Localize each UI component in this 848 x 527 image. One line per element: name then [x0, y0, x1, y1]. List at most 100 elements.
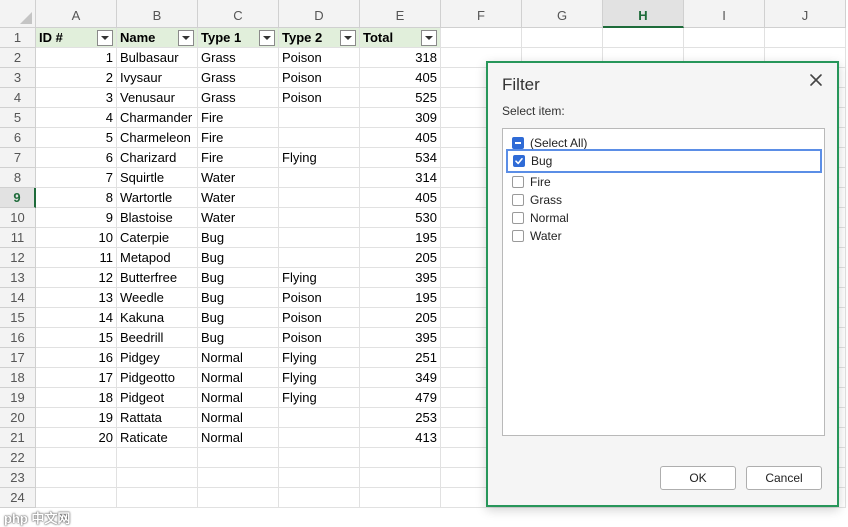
filter-dropdown-icon[interactable]: [421, 30, 437, 46]
cell-a15[interactable]: 14: [36, 308, 117, 328]
cell-a21[interactable]: 20: [36, 428, 117, 448]
cell-e7[interactable]: 534: [360, 148, 441, 168]
cell-a11[interactable]: 10: [36, 228, 117, 248]
cell-d12[interactable]: [279, 248, 360, 268]
cell-e16[interactable]: 395: [360, 328, 441, 348]
column-header-j[interactable]: J: [765, 0, 846, 28]
cell-a13[interactable]: 12: [36, 268, 117, 288]
row-header-13[interactable]: 13: [0, 268, 36, 288]
cell-b17[interactable]: Pidgey: [117, 348, 198, 368]
cell-b4[interactable]: Venusaur: [117, 88, 198, 108]
cell-c7[interactable]: Fire: [198, 148, 279, 168]
checkbox-icon[interactable]: [512, 176, 524, 188]
cell-d14[interactable]: Poison: [279, 288, 360, 308]
cell-c4[interactable]: Grass: [198, 88, 279, 108]
cell-e21[interactable]: 413: [360, 428, 441, 448]
cell-e2[interactable]: 318: [360, 48, 441, 68]
cell-b20[interactable]: Rattata: [117, 408, 198, 428]
cell-e24[interactable]: [360, 488, 441, 508]
checkbox-icon[interactable]: [512, 212, 524, 224]
column-header-i[interactable]: I: [684, 0, 765, 28]
cell-e10[interactable]: 530: [360, 208, 441, 228]
cell-a5[interactable]: 4: [36, 108, 117, 128]
filter-item-bug[interactable]: Bug: [506, 149, 822, 173]
cell-e8[interactable]: 314: [360, 168, 441, 188]
column-header-a[interactable]: A: [36, 0, 117, 28]
close-icon[interactable]: [807, 71, 825, 89]
cell-b2[interactable]: Bulbasaur: [117, 48, 198, 68]
filter-dropdown-icon[interactable]: [97, 30, 113, 46]
cell-b14[interactable]: Weedle: [117, 288, 198, 308]
cell-c17[interactable]: Normal: [198, 348, 279, 368]
cell-a3[interactable]: 2: [36, 68, 117, 88]
cell-d7[interactable]: Flying: [279, 148, 360, 168]
cell-h1[interactable]: [603, 28, 684, 48]
row-header-5[interactable]: 5: [0, 108, 36, 128]
cell-b22[interactable]: [117, 448, 198, 468]
cell-b3[interactable]: Ivysaur: [117, 68, 198, 88]
cell-b24[interactable]: [117, 488, 198, 508]
filter-item-water[interactable]: Water: [503, 227, 824, 245]
filter-item-normal[interactable]: Normal: [503, 209, 824, 227]
cell-a7[interactable]: 6: [36, 148, 117, 168]
cell-e13[interactable]: 395: [360, 268, 441, 288]
cell-b13[interactable]: Butterfree: [117, 268, 198, 288]
cell-b23[interactable]: [117, 468, 198, 488]
cell-d5[interactable]: [279, 108, 360, 128]
cell-a9[interactable]: 8: [36, 188, 117, 208]
cell-b11[interactable]: Caterpie: [117, 228, 198, 248]
row-header-14[interactable]: 14: [0, 288, 36, 308]
cell-b19[interactable]: Pidgeot: [117, 388, 198, 408]
cell-b7[interactable]: Charizard: [117, 148, 198, 168]
cell-e18[interactable]: 349: [360, 368, 441, 388]
checkbox-icon[interactable]: [512, 230, 524, 242]
cell-d23[interactable]: [279, 468, 360, 488]
row-header-15[interactable]: 15: [0, 308, 36, 328]
cell-a19[interactable]: 18: [36, 388, 117, 408]
checkbox-mixed-icon[interactable]: [512, 137, 524, 149]
cell-c11[interactable]: Bug: [198, 228, 279, 248]
row-header-6[interactable]: 6: [0, 128, 36, 148]
cell-j1[interactable]: [765, 28, 846, 48]
row-header-22[interactable]: 22: [0, 448, 36, 468]
cell-d3[interactable]: Poison: [279, 68, 360, 88]
cell-a22[interactable]: [36, 448, 117, 468]
cell-b12[interactable]: Metapod: [117, 248, 198, 268]
cell-c18[interactable]: Normal: [198, 368, 279, 388]
filter-item-list[interactable]: (Select All) Bug Fire Grass Normal Water: [502, 128, 825, 436]
cell-e14[interactable]: 195: [360, 288, 441, 308]
row-header-17[interactable]: 17: [0, 348, 36, 368]
filter-dropdown-icon[interactable]: [340, 30, 356, 46]
row-header-7[interactable]: 7: [0, 148, 36, 168]
cell-e15[interactable]: 205: [360, 308, 441, 328]
filter-dropdown-icon[interactable]: [259, 30, 275, 46]
row-header-12[interactable]: 12: [0, 248, 36, 268]
cell-d24[interactable]: [279, 488, 360, 508]
cell-e4[interactable]: 525: [360, 88, 441, 108]
row-header-24[interactable]: 24: [0, 488, 36, 508]
cell-b6[interactable]: Charmeleon: [117, 128, 198, 148]
cell-b9[interactable]: Wartortle: [117, 188, 198, 208]
cell-c13[interactable]: Bug: [198, 268, 279, 288]
column-header-b[interactable]: B: [117, 0, 198, 28]
cell-c19[interactable]: Normal: [198, 388, 279, 408]
cell-a4[interactable]: 3: [36, 88, 117, 108]
row-header-19[interactable]: 19: [0, 388, 36, 408]
cell-d17[interactable]: Flying: [279, 348, 360, 368]
cell-a12[interactable]: 11: [36, 248, 117, 268]
cell-c9[interactable]: Water: [198, 188, 279, 208]
row-header-1[interactable]: 1: [0, 28, 36, 48]
row-header-10[interactable]: 10: [0, 208, 36, 228]
cell-a17[interactable]: 16: [36, 348, 117, 368]
row-header-9[interactable]: 9: [0, 188, 36, 208]
cell-d18[interactable]: Flying: [279, 368, 360, 388]
cell-a23[interactable]: [36, 468, 117, 488]
row-header-11[interactable]: 11: [0, 228, 36, 248]
cell-e3[interactable]: 405: [360, 68, 441, 88]
cell-c21[interactable]: Normal: [198, 428, 279, 448]
row-header-16[interactable]: 16: [0, 328, 36, 348]
column-header-e[interactable]: E: [360, 0, 441, 28]
cell-a20[interactable]: 19: [36, 408, 117, 428]
cell-c16[interactable]: Bug: [198, 328, 279, 348]
row-header-21[interactable]: 21: [0, 428, 36, 448]
